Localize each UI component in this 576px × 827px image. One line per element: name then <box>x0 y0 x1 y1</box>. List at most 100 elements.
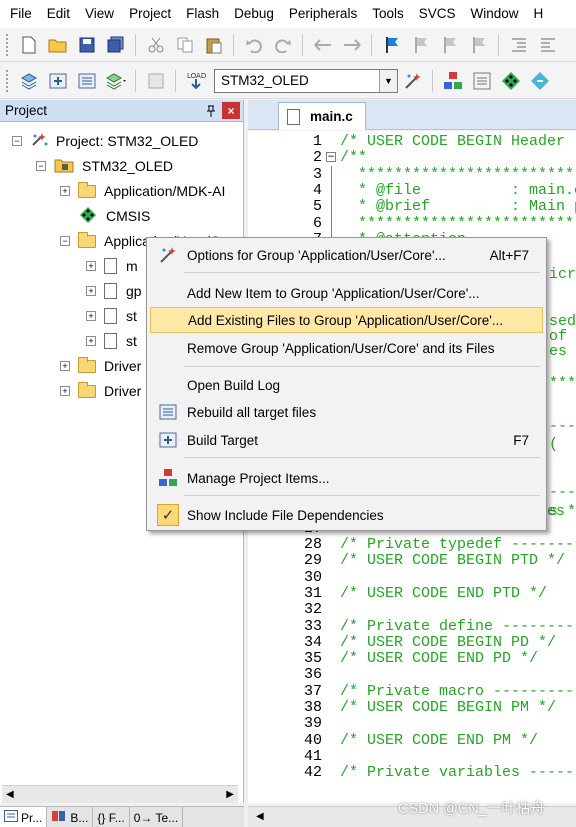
code-line: * @file : main.c <box>340 181 576 199</box>
stop-build-icon[interactable] <box>144 69 168 93</box>
tree-item-file[interactable]: + m <box>86 255 138 277</box>
tab-project[interactable]: Pr... <box>0 807 48 827</box>
line-number: 6 <box>312 214 322 232</box>
scroll-left-icon[interactable]: ◀ <box>6 789 14 800</box>
tab-templates[interactable]: 0→ Te... <box>130 807 184 827</box>
file-icon <box>104 283 117 299</box>
expand-icon[interactable]: + <box>60 186 70 196</box>
batch-build-icon[interactable] <box>104 69 128 93</box>
pack-installer-icon[interactable] <box>499 69 523 93</box>
tree-item-group-mdk[interactable]: + Application/MDK-AI <box>60 180 225 202</box>
code-line: /* Private typedef ---------- <box>340 536 576 553</box>
tree-item-file[interactable]: + st <box>86 330 137 352</box>
expand-icon[interactable]: + <box>86 311 96 321</box>
toolbar-grip[interactable] <box>6 69 10 92</box>
expand-icon[interactable]: + <box>60 386 70 396</box>
toolbar-grip[interactable] <box>6 33 10 56</box>
menu-item-remove-group[interactable]: Remove Group 'Application/User/Core' and… <box>150 335 543 361</box>
tree-item-group-drivers[interactable]: + Driver <box>60 355 141 377</box>
tree-item-cmsis[interactable]: CMSIS <box>79 205 150 227</box>
menu-item-shortcut: Alt+F7 <box>489 247 529 263</box>
menu-file[interactable]: File <box>0 0 39 28</box>
collapse-icon[interactable]: − <box>60 236 70 246</box>
menu-item-show-include-deps[interactable]: ✓ Show Include File Dependencies <box>150 502 543 528</box>
copy-icon[interactable] <box>173 33 197 57</box>
indent-icon[interactable] <box>507 33 531 57</box>
chevron-down-icon[interactable]: ▼ <box>379 69 397 92</box>
expand-icon[interactable]: + <box>60 361 70 371</box>
project-hscrollbar[interactable]: ◀ ▶ <box>2 785 238 803</box>
menu-tools[interactable]: Tools <box>364 0 411 28</box>
menu-item-manage-project-items[interactable]: Manage Project Items... <box>150 465 543 491</box>
menu-item-rebuild-all[interactable]: Rebuild all target files <box>150 399 543 425</box>
clear-bookmarks-icon[interactable] <box>467 33 491 57</box>
tab-label: {} F... <box>97 810 125 825</box>
fold-toggle-icon[interactable]: − <box>326 152 336 163</box>
project-panel-title: Project <box>5 103 48 118</box>
close-icon[interactable]: × <box>222 102 240 119</box>
line-number: 37 <box>303 682 322 700</box>
tree-item-file[interactable]: + gp <box>86 280 142 302</box>
collapse-icon[interactable]: − <box>12 136 22 146</box>
undo-icon[interactable] <box>242 33 266 57</box>
tree-item-project-root[interactable]: − Project: STM32_OLED <box>12 130 198 152</box>
code-fragment: ( <box>549 436 559 453</box>
tab-books[interactable]: B... <box>47 807 94 827</box>
menu-item-build-target[interactable]: Build Target F7 <box>150 427 543 453</box>
select-packs-icon[interactable] <box>528 69 552 93</box>
menu-edit[interactable]: Edit <box>39 0 77 28</box>
toolbar-separator <box>498 33 499 56</box>
menu-item-add-new-item[interactable]: Add New Item to Group 'Application/User/… <box>150 280 543 306</box>
expand-icon[interactable]: + <box>86 261 96 271</box>
unindent-icon[interactable] <box>536 33 560 57</box>
menu-peripherals[interactable]: Peripherals <box>281 0 364 28</box>
tree-label: Project: STM32_OLED <box>56 133 199 149</box>
folder-icon <box>78 231 96 248</box>
line-number: 3 <box>312 165 322 183</box>
rebuild-icon[interactable] <box>75 69 99 93</box>
file-icon <box>287 108 300 125</box>
bookmark-flag-icon[interactable] <box>380 33 404 57</box>
build-icon[interactable] <box>46 69 70 93</box>
menu-flash[interactable]: Flash <box>178 0 226 28</box>
tree-item-file[interactable]: + st <box>86 305 137 327</box>
menu-item-options-for-group[interactable]: Options for Group 'Application/User/Core… <box>150 242 543 268</box>
scroll-right-icon[interactable]: ▶ <box>226 789 234 800</box>
new-file-icon[interactable] <box>17 33 41 57</box>
target-options-icon[interactable] <box>401 69 425 93</box>
tree-item-target[interactable]: − STM32_OLED <box>36 155 173 177</box>
collapse-icon[interactable]: − <box>36 161 46 171</box>
scroll-left-icon[interactable]: ◀ <box>256 811 264 822</box>
expand-icon[interactable]: + <box>86 336 96 346</box>
translate-icon[interactable] <box>17 69 41 93</box>
pin-icon[interactable] <box>202 102 220 120</box>
open-folder-icon[interactable] <box>46 33 70 57</box>
menu-window[interactable]: Window <box>462 0 525 28</box>
menu-item-add-existing-files[interactable]: Add Existing Files to Group 'Application… <box>150 307 543 333</box>
menu-help[interactable]: H <box>526 0 551 28</box>
menu-item-open-build-log[interactable]: Open Build Log <box>150 372 543 398</box>
target-select[interactable]: STM32_OLED ▼ <box>214 68 398 93</box>
expand-icon[interactable]: + <box>86 286 96 296</box>
prev-bookmark-icon[interactable] <box>409 33 433 57</box>
cut-icon[interactable] <box>144 33 168 57</box>
save-icon[interactable] <box>75 33 99 57</box>
save-all-icon[interactable] <box>104 33 128 57</box>
tab-main-c[interactable]: main.c <box>278 102 366 130</box>
tree-label: st <box>126 333 137 349</box>
load-download-icon[interactable]: LOAD <box>184 69 208 93</box>
menu-svcs[interactable]: SVCS <box>411 0 463 28</box>
tab-functions[interactable]: {} F... <box>93 807 130 827</box>
nav-back-icon[interactable] <box>311 33 335 57</box>
manage-components-icon[interactable] <box>441 69 465 93</box>
books-tab-icon <box>51 810 67 825</box>
redo-icon[interactable] <box>271 33 295 57</box>
next-bookmark-icon[interactable] <box>438 33 462 57</box>
menu-view[interactable]: View <box>77 0 121 28</box>
nav-forward-icon[interactable] <box>340 33 364 57</box>
file-extensions-icon[interactable] <box>470 69 494 93</box>
tree-item-group-drivers[interactable]: + Driver <box>60 380 141 402</box>
paste-icon[interactable] <box>202 33 226 57</box>
menu-debug[interactable]: Debug <box>226 0 281 28</box>
menu-project[interactable]: Project <box>121 0 178 28</box>
